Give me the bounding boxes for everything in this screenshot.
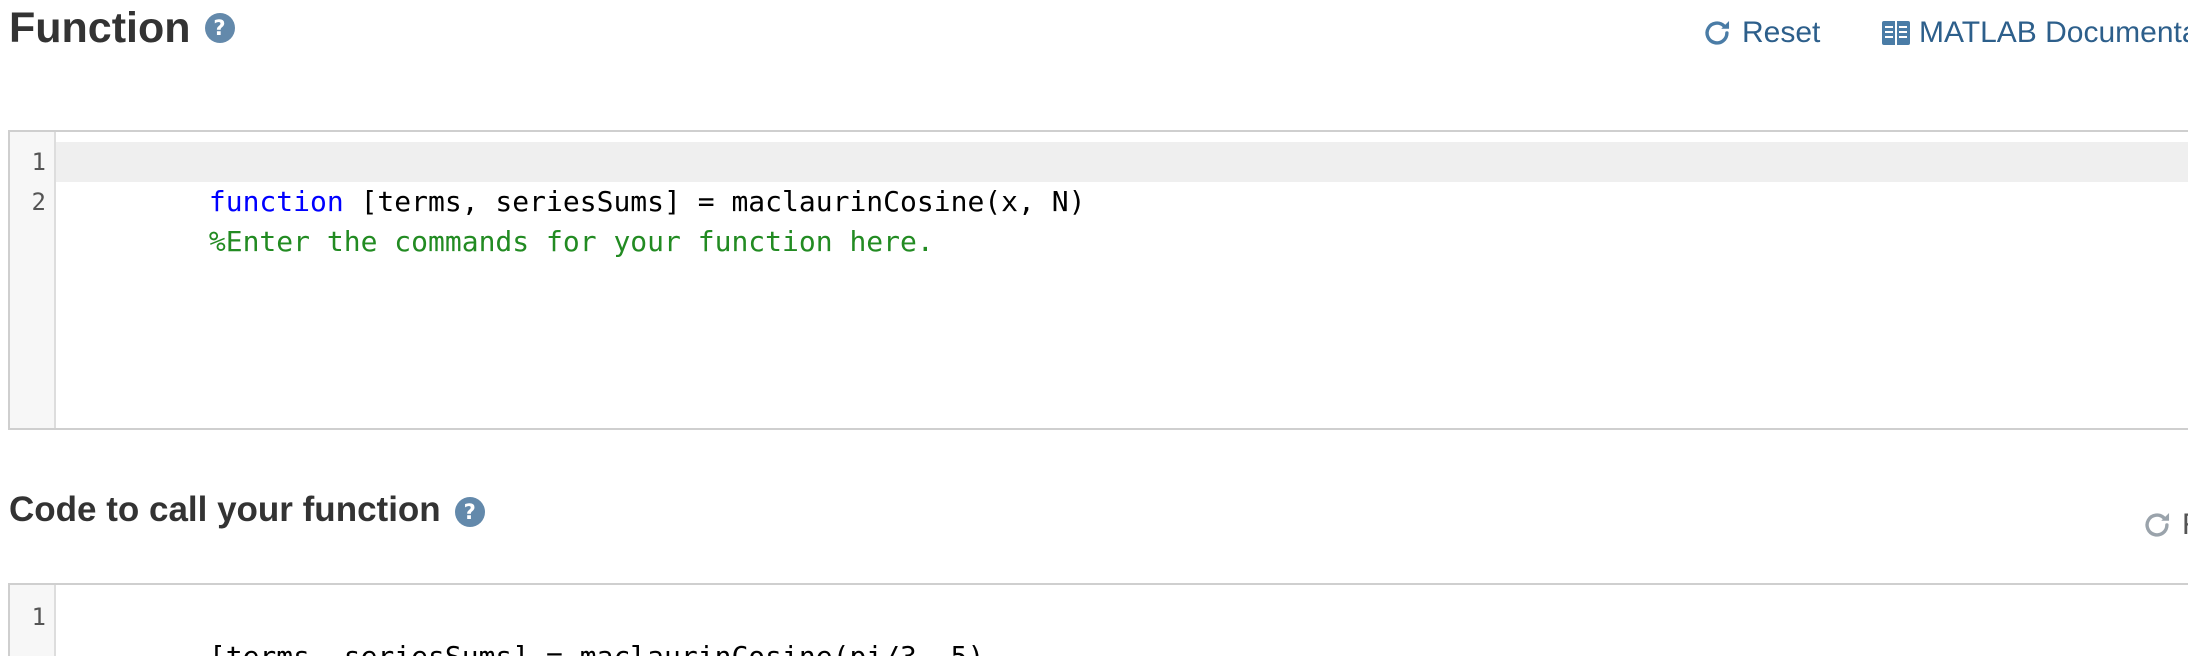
code-area[interactable]: function [terms, seriesSums] = maclaurin… [56, 132, 2188, 428]
help-icon[interactable]: ? [204, 13, 235, 43]
refresh-icon [1705, 20, 1730, 45]
line-number-gutter: 1 2 [10, 132, 56, 428]
code-comment: %Enter the commands for your function he… [208, 225, 934, 258]
book-icon [1882, 21, 1910, 45]
function-code-editor[interactable]: 1 2 function [terms, seriesSums] = macla… [8, 130, 2188, 430]
code-area[interactable]: [terms, seriesSums] = maclaurinCosine(pi… [56, 585, 2188, 656]
code-line[interactable]: %Enter the commands for your function he… [56, 182, 2188, 258]
refresh-icon [2145, 512, 2170, 537]
page: Function ? Reset MATLAB Documenta 1 2 fu… [0, 0, 2188, 656]
call-section-title: Code to call your function ? [9, 486, 485, 534]
line-number: 1 [31, 148, 46, 176]
call-statement: [terms, seriesSums] = maclaurinCosine(pi… [191, 640, 984, 656]
function-section-title: Function ? [9, 2, 235, 54]
line-number: 1 [31, 603, 46, 631]
call-code-editor[interactable]: 1 [terms, seriesSums] = maclaurinCosine(… [8, 583, 2188, 656]
reset-button[interactable]: Reset [1700, 16, 1820, 50]
line-number-gutter: 1 [10, 585, 56, 656]
code-line[interactable]: function [terms, seriesSums] = maclaurin… [56, 142, 2188, 218]
reset-label: R [2182, 508, 2188, 542]
call-title-text: Code to call your function [9, 490, 441, 529]
code-line[interactable]: [terms, seriesSums] = maclaurinCosine(pi… [56, 597, 2188, 656]
doc-label: MATLAB Documenta [1919, 16, 2188, 49]
line-number: 2 [31, 188, 46, 216]
reset-call-button[interactable]: R [2140, 508, 2188, 542]
function-title-text: Function [9, 4, 191, 52]
reset-label: Reset [1742, 16, 1821, 49]
help-icon[interactable]: ? [454, 497, 485, 527]
matlab-documentation-link[interactable]: MATLAB Documenta [1881, 16, 2188, 50]
